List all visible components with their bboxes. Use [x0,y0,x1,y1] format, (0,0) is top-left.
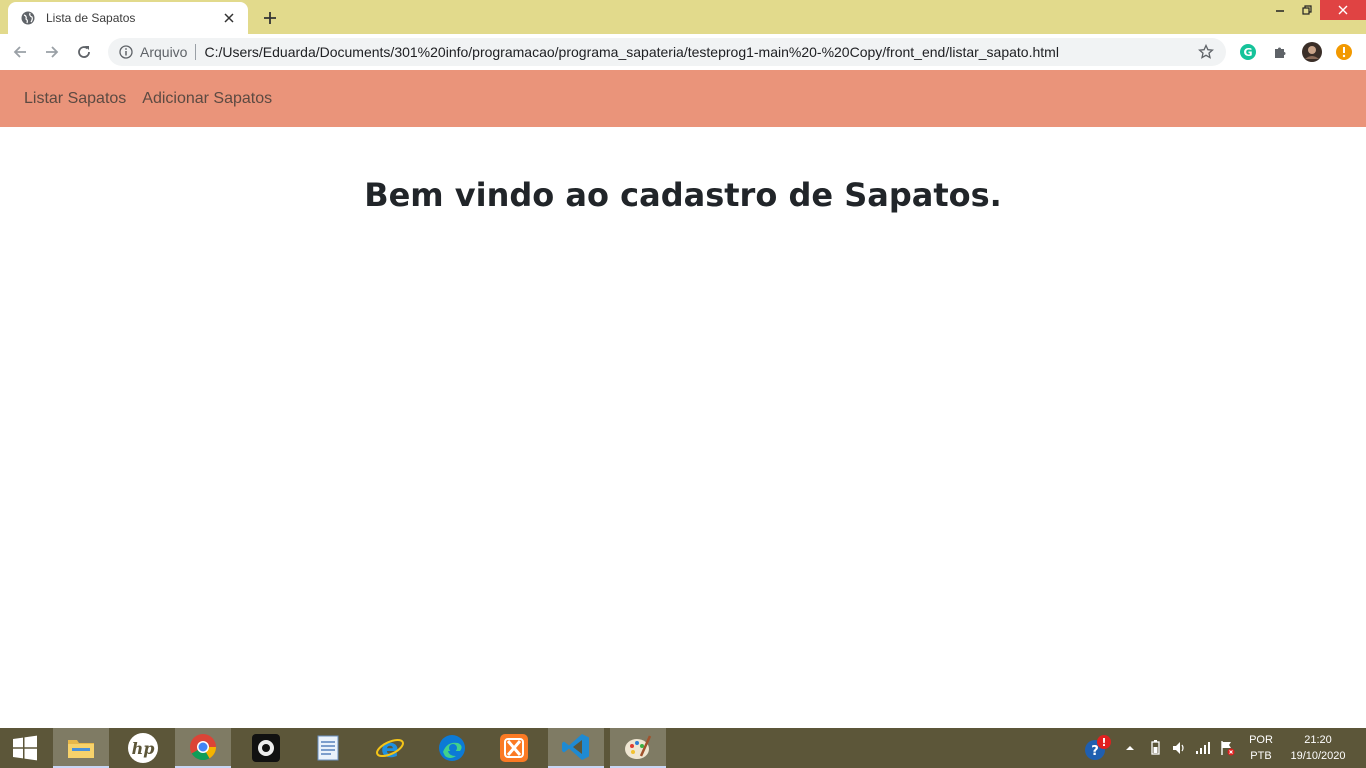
xampp-icon[interactable] [486,728,542,768]
svg-text:?: ? [1091,744,1099,759]
svg-text:e: e [381,734,399,763]
restore-icon[interactable] [1293,0,1320,20]
star-icon[interactable] [1196,42,1216,62]
hp-icon[interactable]: hp [115,728,171,768]
info-icon[interactable] [118,44,134,60]
nav-link-adicionar-sapatos[interactable]: Adicionar Sapatos [142,90,272,108]
camera-icon[interactable] [238,728,294,768]
security-alert-icon[interactable]: ?! [1080,728,1114,768]
flag-notification-icon[interactable] [1218,728,1236,768]
nav-link-listar-sapatos[interactable]: Listar Sapatos [24,90,126,108]
browser-titlebar: Lista de Sapatos [0,0,1366,34]
browser-tab[interactable]: Lista de Sapatos [8,2,248,34]
network-icon[interactable] [1194,728,1212,768]
minimize-icon[interactable] [1266,0,1293,20]
battery-icon[interactable] [1146,728,1164,768]
keyboard-layout: PTB [1250,750,1272,762]
clock-time: 21:20 [1304,734,1332,746]
svg-text:hp: hp [132,739,155,758]
paint-icon[interactable] [610,728,666,768]
chevron-up-icon[interactable] [1122,728,1138,768]
scheme-label: Arquivo [140,44,188,60]
window-close-icon[interactable] [1320,0,1366,20]
forward-icon[interactable] [38,38,66,66]
url-text[interactable]: C:/Users/Eduarda/Documents/301%20info/pr… [204,44,1196,60]
back-icon[interactable] [6,38,34,66]
avatar[interactable] [1302,42,1322,62]
clock-date: 19/10/2020 [1290,750,1346,762]
browser-toolbar: Arquivo C:/Users/Eduarda/Documents/301%2… [0,34,1366,70]
page-title: Bem vindo ao cadastro de Sapatos. [364,176,1002,214]
site-navbar: Listar Sapatos Adicionar Sapatos [0,70,1366,127]
globe-icon [20,10,36,26]
edge-icon[interactable] [424,728,480,768]
notepad-icon[interactable] [300,728,356,768]
svg-text:G: G [1243,46,1252,59]
clock[interactable]: 21:20 19/10/2020 [1284,728,1352,768]
vscode-icon[interactable] [548,728,604,768]
window-controls [1266,0,1366,20]
volume-icon[interactable] [1170,728,1188,768]
language-code: POR [1249,734,1273,746]
puzzle-icon[interactable] [1270,42,1290,62]
reload-icon[interactable] [70,38,98,66]
update-icon[interactable] [1334,42,1354,62]
grammarly-icon[interactable]: G [1238,42,1258,62]
plus-icon[interactable] [258,6,282,30]
file-explorer-icon[interactable] [53,728,109,768]
windows-start-icon[interactable] [0,728,50,768]
internet-explorer-icon[interactable]: e [362,728,418,768]
language-indicator[interactable]: POR PTB [1244,728,1278,768]
address-bar[interactable]: Arquivo C:/Users/Eduarda/Documents/301%2… [108,38,1226,66]
svg-text:!: ! [1101,736,1106,749]
close-icon[interactable] [220,9,238,27]
tab-title: Lista de Sapatos [46,11,136,25]
windows-taskbar: hp e ?! POR PTB 21:20 19/10/2020 [0,728,1366,768]
chrome-icon[interactable] [175,728,231,768]
omnibox-separator [195,44,197,60]
